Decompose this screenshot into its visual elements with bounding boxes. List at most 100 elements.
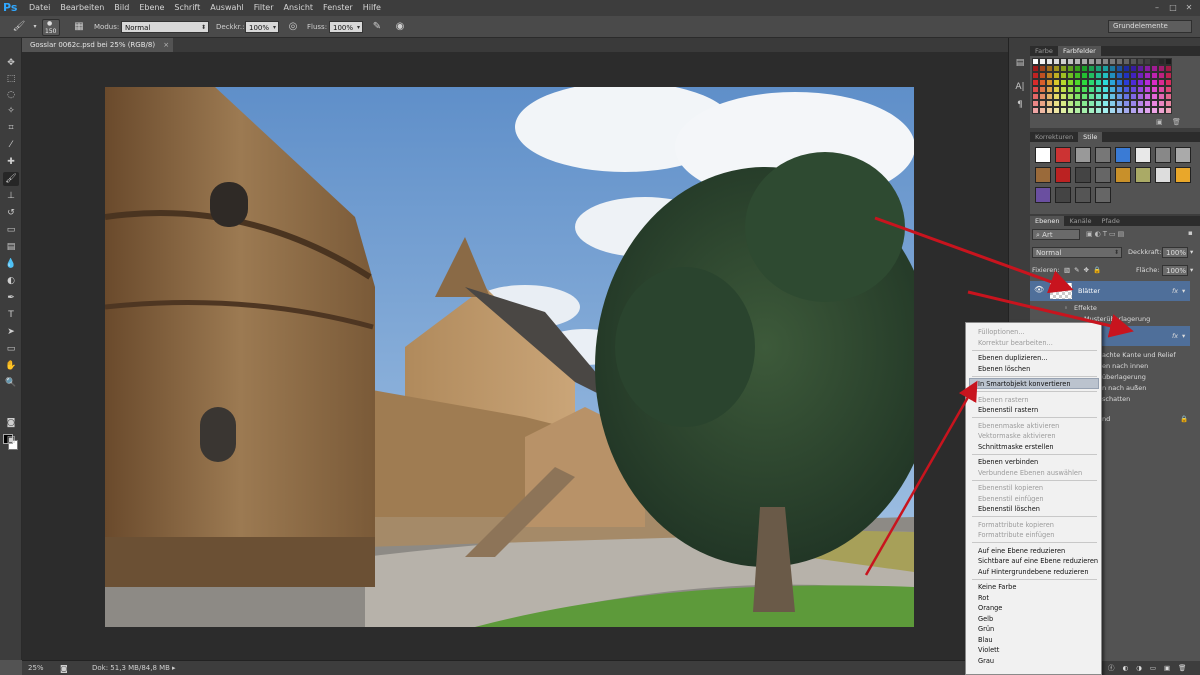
menu-auswahl[interactable]: Auswahl [205,0,248,16]
context-menu-item[interactable]: Violett [978,645,999,655]
color-swatch[interactable] [1039,100,1046,107]
canvas-area[interactable] [22,52,1008,660]
menu-ansicht[interactable]: Ansicht [279,0,319,16]
color-swatch[interactable] [1088,86,1095,93]
color-swatch[interactable] [1032,107,1039,114]
shape-tool-icon[interactable]: ▭ [3,342,19,356]
color-swatch[interactable] [1039,58,1046,65]
context-menu-item[interactable]: Ebenenstil rastern [978,405,1038,415]
history-brush-tool-icon[interactable]: ↺ [3,206,19,220]
color-swatch[interactable] [1081,72,1088,79]
context-menu-item[interactable]: Sichtbare auf eine Ebene reduzieren [978,556,1098,566]
screen-mode-icon[interactable]: ▣ [3,433,19,447]
layer-row-blaetter[interactable]: 👁 Blätter fx ▾ [1030,281,1190,301]
color-swatch[interactable] [1102,79,1109,86]
eyedropper-tool-icon[interactable]: ⁄ [3,138,19,152]
color-swatch[interactable] [1039,107,1046,114]
layer-filter-icons[interactable]: ▣◐T▭▤ [1086,230,1126,238]
style-preset[interactable] [1175,147,1191,163]
color-swatch[interactable] [1067,79,1074,86]
color-swatch[interactable] [1158,65,1165,72]
brush-tool-icon[interactable]: 🖌 [3,172,19,186]
color-swatch[interactable] [1137,107,1144,114]
airbrush-icon[interactable]: ✎ [370,20,384,34]
color-swatch[interactable] [1130,86,1137,93]
style-preset[interactable] [1035,147,1051,163]
color-swatch[interactable] [1123,65,1130,72]
color-swatch[interactable] [1144,107,1151,114]
style-preset[interactable] [1075,147,1091,163]
color-swatch[interactable] [1046,93,1053,100]
color-swatch[interactable] [1088,72,1095,79]
context-menu-item[interactable]: Ebenen duplizieren... [978,353,1048,363]
style-preset[interactable] [1095,167,1111,183]
chevron-right-icon[interactable]: ▸ [172,661,176,675]
healing-tool-icon[interactable]: ✚ [3,155,19,169]
color-swatch[interactable] [1095,65,1102,72]
quick-select-tool-icon[interactable]: ✧ [3,104,19,118]
swatch-grid[interactable] [1032,58,1172,114]
gradient-tool-icon[interactable]: ▤ [3,240,19,254]
color-swatch[interactable] [1095,107,1102,114]
color-swatch[interactable] [1137,65,1144,72]
color-swatch[interactable] [1158,100,1165,107]
color-swatch[interactable] [1074,79,1081,86]
color-swatch[interactable] [1130,58,1137,65]
color-swatch[interactable] [1060,86,1067,93]
context-menu-item[interactable]: Ebenen löschen [978,364,1030,374]
color-swatch[interactable] [1067,93,1074,100]
color-swatch[interactable] [1151,65,1158,72]
menu-bearbeiten[interactable]: Bearbeiten [55,0,109,16]
color-swatch[interactable] [1137,79,1144,86]
color-swatch[interactable] [1151,107,1158,114]
zoom-level[interactable]: 25% [28,661,44,675]
color-swatch[interactable] [1053,107,1060,114]
color-swatch[interactable] [1123,93,1130,100]
color-swatch[interactable] [1144,72,1151,79]
flow-field[interactable]: 100% ▾ [329,21,363,33]
color-swatch[interactable] [1032,58,1039,65]
color-swatch[interactable] [1116,100,1123,107]
color-swatch[interactable] [1032,100,1039,107]
marquee-tool-icon[interactable]: ⬚ [3,72,19,86]
style-preset[interactable] [1095,187,1111,203]
color-swatch[interactable] [1060,79,1067,86]
pressure-size-icon[interactable]: ◉ [393,20,407,34]
color-swatch[interactable] [1137,86,1144,93]
color-swatch[interactable] [1109,58,1116,65]
tab-korrekturen[interactable]: Korrekturen [1030,132,1078,142]
color-swatch[interactable] [1109,65,1116,72]
hand-tool-icon[interactable]: ✋ [3,359,19,373]
color-swatch[interactable] [1032,65,1039,72]
context-menu-item[interactable]: Ebenenstil löschen [978,504,1040,514]
color-swatch[interactable] [1060,107,1067,114]
lasso-tool-icon[interactable]: ◌ [3,88,19,102]
context-menu-item[interactable]: Grün [978,624,994,634]
trash-icon[interactable]: 🗑 [1172,118,1181,126]
color-swatch[interactable] [1137,100,1144,107]
color-swatch[interactable] [1081,79,1088,86]
style-preset[interactable] [1175,167,1191,183]
style-preset[interactable] [1055,187,1071,203]
eye-icon[interactable]: ◦ [1064,303,1068,313]
style-preset[interactable] [1035,167,1051,183]
menu-ebene[interactable]: Ebene [134,0,169,16]
close-icon[interactable]: × [163,38,169,52]
fill-field[interactable]: 100% [1162,265,1188,276]
layer-filter-select[interactable]: ⌕ Art [1032,229,1080,240]
layer-opacity-field[interactable]: 100% [1162,247,1188,258]
document-tab[interactable]: Gosslar 0062c.psd bei 25% (RGB/8) × [22,38,174,52]
new-swatch-icon[interactable]: ▣ [1156,118,1163,126]
color-swatch[interactable] [1109,86,1116,93]
chevron-down-icon[interactable]: ▾ [1182,331,1185,341]
style-preset[interactable] [1075,187,1091,203]
context-menu-item[interactable]: Gelb [978,614,993,624]
style-preset[interactable] [1035,187,1051,203]
lock-icons[interactable]: ▧✎✥🔒 [1064,265,1105,275]
color-swatch[interactable] [1032,79,1039,86]
close-icon[interactable]: ✕ [1182,2,1196,14]
color-swatch[interactable] [1109,107,1116,114]
color-swatch[interactable] [1116,79,1123,86]
menu-fenster[interactable]: Fenster [318,0,358,16]
color-swatch[interactable] [1081,65,1088,72]
